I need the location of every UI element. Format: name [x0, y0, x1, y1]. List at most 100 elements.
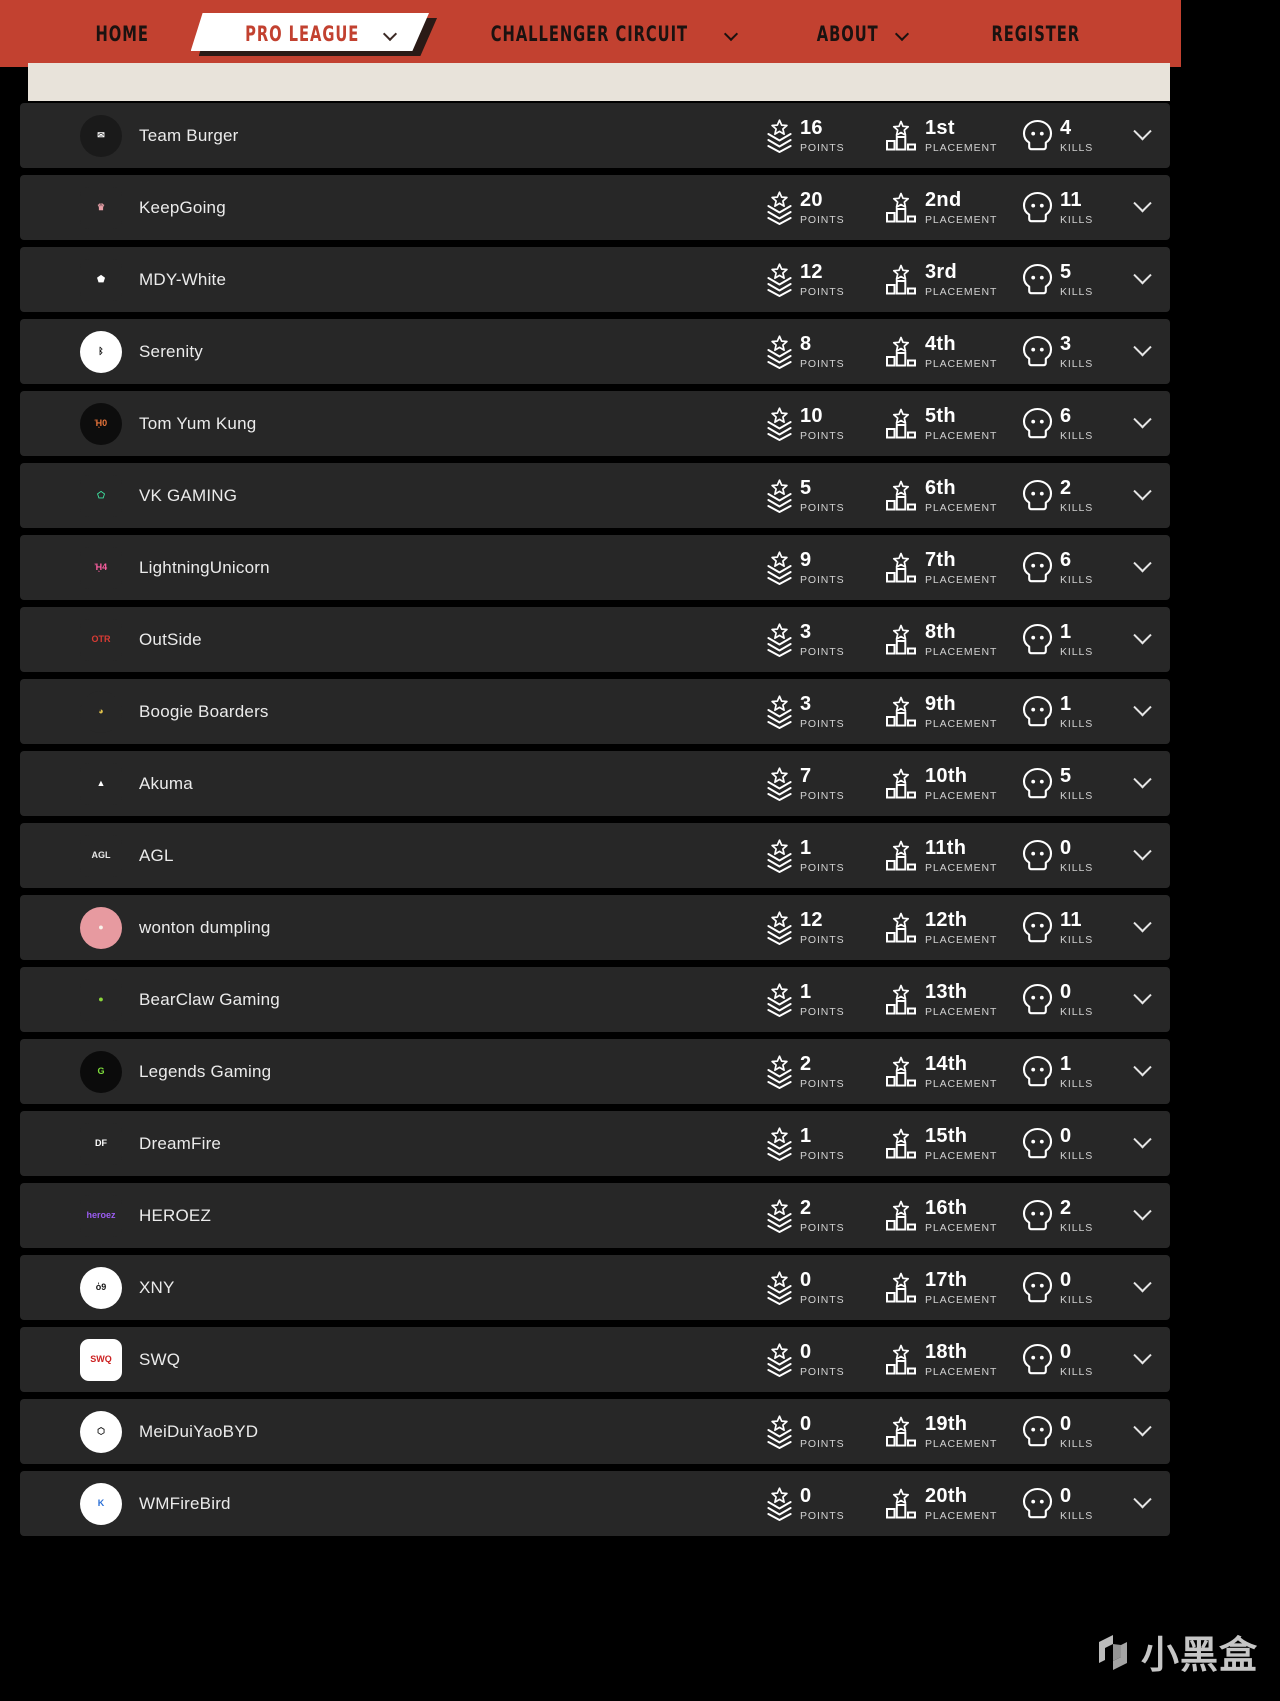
nav-item-home[interactable]: HOME [54, 0, 190, 67]
expand-row-button[interactable] [1114, 1039, 1170, 1104]
placement-stat: 6th PLACEMENT [884, 478, 1022, 514]
table-row[interactable]: heroez HEROEZ 2 POINTS 16th PLACEMENT 2 KILLS [20, 1183, 1170, 1248]
table-row[interactable]: G Legends Gaming 2 POINTS 14th PLACEMENT 1 KILL… [20, 1039, 1170, 1104]
points-value: 10 [800, 404, 823, 427]
expand-row-button[interactable] [1114, 103, 1170, 168]
team-name: Tom Yum Kung [139, 413, 257, 433]
points-label: POINTS [800, 717, 845, 730]
kills-stat: 6 KILLS [1022, 406, 1114, 442]
kills-stat: 0 KILLS [1022, 1270, 1114, 1306]
podium-star-icon [886, 984, 916, 1014]
team-burger-logo: ✉ [80, 114, 122, 157]
expand-row-button[interactable] [1114, 1111, 1170, 1176]
placement-value: 8th [925, 620, 956, 643]
expand-row-button[interactable] [1114, 1471, 1170, 1536]
team-cell: ὀ9 XNY [20, 1266, 766, 1309]
table-row[interactable]: ✉ Team Burger 16 POINTS 1st PLACEMENT 4 KILLS [20, 103, 1170, 168]
kills-value: 4 [1060, 116, 1072, 139]
points-label: POINTS [800, 1509, 845, 1522]
table-row[interactable]: ⬠ VK GAMING 5 POINTS 6th PLACEMENT 2 KILLS [20, 463, 1170, 528]
table-row[interactable]: ◕ Boogie Boarders 3 POINTS 9th PLACEMENT 1 KILL… [20, 679, 1170, 744]
skull-icon [1022, 551, 1053, 583]
table-row[interactable]: ● BearClaw Gaming 1 POINTS 13th PLACEMENT 0 KIL… [20, 967, 1170, 1032]
table-row[interactable]: AGL AGL 1 POINTS 11th PLACEMENT 0 KILLS [20, 823, 1170, 888]
points-value: 1 [800, 980, 812, 1003]
team-cell: ᛒ Serenity [20, 330, 766, 373]
table-row[interactable]: ὀ9 XNY 0 POINTS 17th PLACEMENT 0 KILLS [20, 1255, 1170, 1320]
kills-stat: 3 KILLS [1022, 334, 1114, 370]
expand-row-button[interactable] [1114, 1183, 1170, 1248]
chevron-down-icon [1132, 338, 1152, 357]
skull-icon [1022, 1415, 1053, 1447]
expand-row-button[interactable] [1114, 247, 1170, 312]
team-cell: ● BearClaw Gaming [20, 978, 766, 1021]
points-value: 3 [800, 620, 812, 643]
nav-item-register[interactable]: REGISTER [945, 0, 1127, 67]
skull-icon [1022, 1055, 1053, 1087]
table-row[interactable]: ▲ Akuma 7 POINTS 10th PLACEMENT 5 KILLS [20, 751, 1170, 816]
podium-star-icon [886, 840, 916, 870]
kills-label: KILLS [1060, 933, 1094, 946]
table-row[interactable]: ⬡ MeiDuiYaoBYD 0 POINTS 19th PLACEMENT 0 KILLS [20, 1399, 1170, 1464]
table-row[interactable]: ⬟ MDY-White 12 POINTS 3rd PLACEMENT 5 KILLS [20, 247, 1170, 312]
points-stat: 0 POINTS [766, 1414, 884, 1450]
podium-star-icon [886, 552, 916, 582]
team-cell: K WMFireBird [20, 1482, 766, 1525]
expand-row-button[interactable] [1114, 895, 1170, 960]
table-row[interactable]: ᾘ4 LightningUnicorn 9 POINTS 7th PLACEMENT 6 KI… [20, 535, 1170, 600]
skull-icon [1022, 1127, 1053, 1159]
nav-item-pro-league[interactable]: PRO LEAGUE [190, 0, 438, 67]
expand-row-button[interactable] [1114, 751, 1170, 816]
placement-stat: 15th PLACEMENT [884, 1126, 1022, 1162]
table-row[interactable]: K WMFireBird 0 POINTS 20th PLACEMENT 0 KILLS [20, 1471, 1170, 1536]
expand-row-button[interactable] [1114, 823, 1170, 888]
table-row[interactable]: DF DreamFire 1 POINTS 15th PLACEMENT 0 KILLS [20, 1111, 1170, 1176]
podium-star-icon [886, 1128, 916, 1158]
placement-label: PLACEMENT [925, 429, 998, 442]
akuma-logo: ▲ [80, 762, 122, 805]
kills-value: 11 [1060, 188, 1082, 211]
expand-row-button[interactable] [1114, 679, 1170, 744]
team-cell: ᾙ0 Tom Yum Kung [20, 402, 766, 445]
kills-value: 11 [1060, 908, 1082, 931]
rank-chevron-star-icon [767, 622, 792, 657]
rank-chevron-star-icon [767, 334, 792, 369]
agl-logo: AGL [80, 834, 122, 877]
chevron-down-icon[interactable] [384, 29, 399, 38]
points-value: 12 [800, 260, 823, 283]
table-row[interactable]: ♛ KeepGoing 20 POINTS 2nd PLACEMENT 11 KILLS [20, 175, 1170, 240]
lightningunicorn-logo: ᾘ4 [80, 546, 122, 589]
expand-row-button[interactable] [1114, 463, 1170, 528]
points-stat: 5 POINTS [766, 478, 884, 514]
expand-row-button[interactable] [1114, 1399, 1170, 1464]
expand-row-button[interactable] [1114, 319, 1170, 384]
table-row[interactable]: SWQ SWQ 0 POINTS 18th PLACEMENT 0 KILLS [20, 1327, 1170, 1392]
team-cell: OTR OutSide [20, 618, 766, 661]
team-cell: ● wonton dumpling [20, 906, 766, 949]
kills-label: KILLS [1060, 1293, 1094, 1306]
chevron-down-icon [1132, 1202, 1152, 1221]
team-logo-glyph: K [97, 1498, 105, 1508]
chevron-down-icon[interactable] [725, 29, 740, 38]
expand-row-button[interactable] [1114, 391, 1170, 456]
nav-item-about[interactable]: ABOUT [774, 0, 945, 67]
placement-label: PLACEMENT [925, 1365, 998, 1378]
placement-value: 4th [925, 332, 956, 355]
table-row[interactable]: ᾙ0 Tom Yum Kung 10 POINTS 5th PLACEMENT 6 KILLS [20, 391, 1170, 456]
expand-row-button[interactable] [1114, 1255, 1170, 1320]
expand-row-button[interactable] [1114, 967, 1170, 1032]
team-logo-glyph: ✉ [97, 130, 105, 140]
expand-row-button[interactable] [1114, 175, 1170, 240]
expand-row-button[interactable] [1114, 535, 1170, 600]
expand-row-button[interactable] [1114, 607, 1170, 672]
skull-icon [1022, 911, 1053, 943]
points-stat: 3 POINTS [766, 622, 884, 658]
chevron-down-icon[interactable] [896, 29, 911, 38]
points-stat: 20 POINTS [766, 190, 884, 226]
placement-value: 12th [925, 908, 968, 931]
expand-row-button[interactable] [1114, 1327, 1170, 1392]
table-row[interactable]: OTR OutSide 3 POINTS 8th PLACEMENT 1 KILLS [20, 607, 1170, 672]
table-row[interactable]: ● wonton dumpling 12 POINTS 12th PLACEMENT 11 K… [20, 895, 1170, 960]
table-row[interactable]: ᛒ Serenity 8 POINTS 4th PLACEMENT 3 KILLS [20, 319, 1170, 384]
nav-item-challenger-circuit[interactable]: CHALLENGER CIRCUIT [429, 0, 774, 67]
